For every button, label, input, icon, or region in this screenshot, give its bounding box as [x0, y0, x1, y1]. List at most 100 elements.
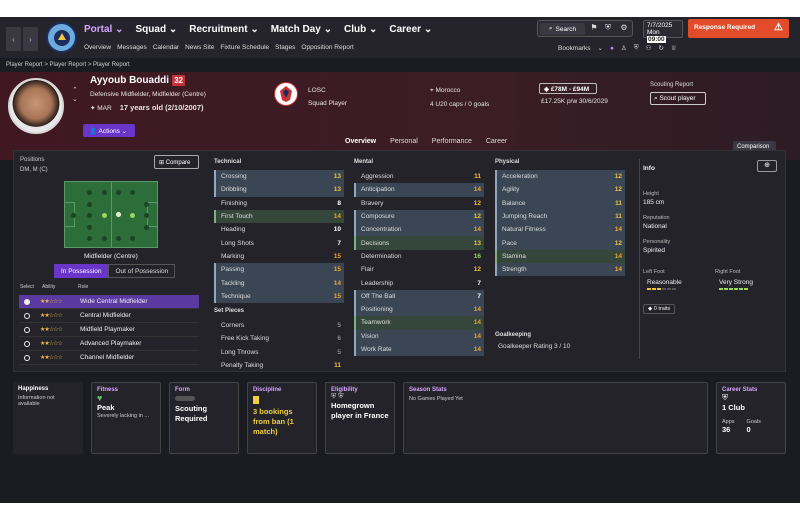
people-icon[interactable]: ⚇: [646, 44, 652, 52]
attribute-row[interactable]: Aggression 11: [354, 170, 484, 183]
role-row[interactable]: ★★☆☆☆ Midfield Playmaker: [19, 323, 199, 337]
player-switch-arrows[interactable]: ⌃ ⌄: [72, 86, 78, 104]
attribute-row[interactable]: Off The Ball 7: [354, 289, 484, 303]
shirt-icon[interactable]: ♙: [621, 44, 627, 52]
attribute-row[interactable]: Free Kick Taking 6: [214, 332, 344, 345]
submenu-overview[interactable]: Overview: [84, 44, 111, 51]
attribute-row[interactable]: Corners 5: [214, 319, 344, 332]
menu-match-day[interactable]: Match Day ⌄: [271, 24, 332, 35]
date-display[interactable]: 7/7/2025 Mon 09:00: [643, 20, 683, 43]
shield-icon[interactable]: ⛨: [602, 23, 614, 35]
flag-icon[interactable]: ⚑: [588, 23, 600, 35]
attribute-row[interactable]: Leadership 7: [354, 276, 484, 289]
attribute-row[interactable]: Composure 12: [354, 209, 484, 224]
menu-career[interactable]: Career ⌄: [389, 24, 432, 35]
attribute-value: 14: [614, 226, 622, 234]
attribute-row[interactable]: Flair 12: [354, 263, 484, 276]
actions-button[interactable]: 👤 Actions ⌄: [83, 124, 135, 137]
submenu-opposition-report[interactable]: Opposition Report: [301, 44, 353, 51]
attribute-row[interactable]: Long Shots 7: [214, 236, 344, 249]
attribute-row[interactable]: Marking 15: [214, 250, 344, 263]
attribute-row[interactable]: First Touch 14: [214, 209, 344, 224]
attribute-name: Technique: [221, 292, 251, 300]
submenu-stages[interactable]: Stages: [275, 44, 295, 51]
gear-icon[interactable]: ⚙: [618, 23, 630, 35]
attribute-name: Teamwork: [361, 319, 391, 327]
left-foot-bar: [647, 288, 676, 290]
discipline-card[interactable]: Discipline 3 bookings from ban (1 match): [247, 382, 317, 454]
attribute-row[interactable]: Bravery 12: [354, 197, 484, 210]
attribute-row[interactable]: Vision 14: [354, 329, 484, 343]
trophy-icon[interactable]: ♕: [671, 44, 677, 52]
attribute-row[interactable]: Balance 11: [495, 196, 625, 210]
attribute-row[interactable]: Strength 14: [495, 263, 625, 277]
attribute-row[interactable]: Agility 12: [495, 183, 625, 197]
attribute-row[interactable]: Passing 15: [214, 263, 344, 277]
forward-arrow-icon[interactable]: ›: [23, 27, 38, 51]
club-name[interactable]: LOSC: [308, 84, 347, 97]
career-stats-card[interactable]: Career Stats ⛨ 1 Club Apps 36 Goals 0: [716, 382, 786, 454]
chat-icon[interactable]: ●: [610, 45, 614, 52]
club-badge-logo[interactable]: [46, 22, 77, 53]
menu-squad[interactable]: Squad ⌄: [136, 24, 178, 35]
attribute-row[interactable]: Stamina 14: [495, 249, 625, 264]
attribute-row[interactable]: Decisions 13: [354, 236, 484, 250]
menu-recruitment[interactable]: Recruitment ⌄: [189, 24, 259, 35]
role-row[interactable]: ★★☆☆☆ Advanced Playmaker: [19, 337, 199, 351]
role-row[interactable]: ★★☆☆☆ Channel Midfielder: [19, 351, 199, 365]
scout-player-button[interactable]: ⌕ Scout player: [650, 92, 706, 105]
attribute-value: 11: [334, 362, 341, 369]
attribute-row[interactable]: Work Rate 14: [354, 342, 484, 357]
role-row[interactable]: ★★☆☆☆ Wide Central Midfielder: [19, 295, 199, 309]
attribute-row[interactable]: Penalty Taking 11: [214, 359, 344, 372]
submenu-calendar[interactable]: Calendar: [153, 44, 179, 51]
attribute-row[interactable]: Long Throws 5: [214, 346, 344, 359]
radio-button[interactable]: [24, 354, 30, 361]
nationality[interactable]: Morocco: [435, 87, 460, 94]
attribute-row[interactable]: Heading 10: [214, 223, 344, 236]
role-row[interactable]: ★★☆☆☆ Central Midfielder: [19, 309, 199, 323]
refresh-icon[interactable]: ↻: [658, 44, 663, 52]
bookmarks-dropdown[interactable]: Bookmarks: [558, 45, 591, 52]
attribute-row[interactable]: Concentration 14: [354, 223, 484, 237]
shield-small-icon[interactable]: ⛨: [634, 44, 639, 52]
submenu-messages[interactable]: Messages: [117, 44, 147, 51]
submenu-fixture-schedule[interactable]: Fixture Schedule: [220, 44, 269, 51]
in-possession-button[interactable]: In Possession: [54, 264, 109, 278]
attribute-row[interactable]: Technique 15: [214, 289, 344, 303]
attribute-row[interactable]: Teamwork 14: [354, 316, 484, 330]
back-arrow-icon[interactable]: ‹: [6, 27, 21, 51]
radio-button[interactable]: [24, 340, 30, 347]
attribute-row[interactable]: Determination 16: [354, 250, 484, 263]
attribute-row[interactable]: Dribbling 13: [214, 183, 344, 197]
chevron-down-icon[interactable]: ⌄: [598, 44, 603, 52]
out-of-possession-button[interactable]: Out of Possession: [108, 264, 176, 278]
form-card[interactable]: Form Scouting Required: [169, 382, 239, 454]
fitness-card[interactable]: Fitness ♥ Peak Severely lacking in ...: [91, 382, 161, 454]
attribute-row[interactable]: Acceleration 12: [495, 170, 625, 184]
user-icon-button[interactable]: ⊕: [757, 160, 777, 172]
menu-portal[interactable]: Portal ⌄: [84, 24, 124, 35]
menu-club[interactable]: Club ⌄: [344, 24, 377, 35]
physical-column: Physical Acceleration 12 Agility 12 Balance 1…: [495, 159, 625, 350]
attribute-row[interactable]: Crossing 13: [214, 170, 344, 184]
traits-button[interactable]: ◆ 0 traits: [643, 304, 676, 314]
radio-button[interactable]: [24, 326, 30, 333]
attribute-row[interactable]: Tackling 14: [214, 276, 344, 290]
attribute-row[interactable]: Pace 12: [495, 236, 625, 250]
attribute-row[interactable]: Jumping Reach 11: [495, 209, 625, 224]
breadcrumb[interactable]: Player Report > Player Report > Player R…: [6, 62, 130, 68]
season-stats-card[interactable]: Season Stats No Games Played Yet: [403, 382, 708, 454]
attribute-row[interactable]: Anticipation 14: [354, 183, 484, 197]
compare-button[interactable]: ⊞ Compare: [154, 155, 199, 169]
radio-button[interactable]: [24, 312, 30, 319]
eligibility-card[interactable]: Eligibility ⛨ ⛨ Homegrown player in Fran…: [325, 382, 395, 454]
search-button[interactable]: ⌕ Search: [540, 23, 585, 35]
attribute-row[interactable]: Natural Fitness 14: [495, 223, 625, 237]
attribute-row[interactable]: Finishing 8: [214, 197, 344, 210]
attribute-row[interactable]: Positioning 14: [354, 302, 484, 317]
response-required-button[interactable]: Response Required ⚠: [688, 19, 789, 38]
radio-button[interactable]: [24, 298, 30, 305]
attribute-name: Crossing: [221, 173, 247, 181]
submenu-news-site[interactable]: News Site: [185, 44, 214, 51]
